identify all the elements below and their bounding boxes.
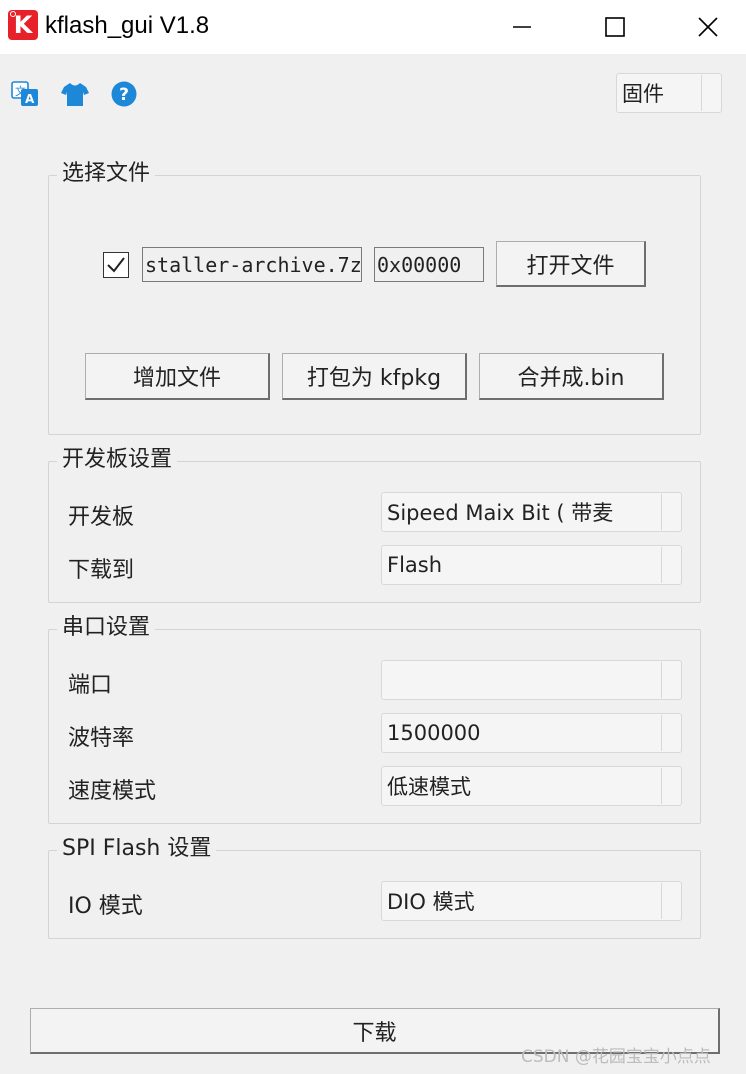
shirt-icon: [61, 83, 89, 106]
pack-kfpkg-button[interactable]: 打包为 kfpkg: [282, 353, 467, 400]
help-icon: ?: [111, 81, 137, 107]
watermark: CSDN @花园宝宝小点点: [521, 1047, 711, 1067]
io-mode-label: IO 模式: [68, 894, 143, 919]
file-group-title: 选择文件: [57, 161, 156, 187]
add-file-button[interactable]: 增加文件: [85, 353, 270, 400]
serial-group-title: 串口设置: [57, 615, 156, 641]
help-button[interactable]: ?: [110, 80, 138, 108]
language-button[interactable]: 文 A: [11, 80, 39, 108]
checkmark-icon: [107, 257, 125, 273]
board-group-title: 开发板设置: [57, 447, 178, 473]
merge-bin-button[interactable]: 合并成.bin: [479, 353, 664, 400]
maximize-icon: [605, 17, 625, 37]
board-label: 开发板: [68, 505, 135, 530]
file-path-field[interactable]: staller-archive.7z: [142, 247, 362, 282]
baud-select[interactable]: 1500000: [381, 713, 682, 753]
close-icon: [698, 17, 718, 37]
io-mode-select[interactable]: DIO 模式: [381, 881, 682, 921]
combo-divider: [701, 75, 702, 111]
minimize-icon: [513, 26, 531, 28]
combo-divider: [661, 547, 662, 583]
combo-divider: [661, 883, 662, 919]
address-field[interactable]: 0x00000: [374, 247, 484, 282]
mode-select[interactable]: 固件: [616, 73, 722, 113]
file-enable-checkbox[interactable]: [103, 252, 129, 278]
port-label: 端口: [68, 673, 113, 698]
baud-label: 波特率: [68, 726, 135, 751]
combo-divider: [661, 715, 662, 751]
board-select-value: Sipeed Maix Bit ( 带麦: [387, 501, 614, 525]
target-select[interactable]: Flash: [381, 545, 682, 585]
speed-select[interactable]: 低速模式: [381, 766, 682, 806]
speed-select-value: 低速模式: [387, 775, 471, 799]
svg-text:?: ?: [119, 85, 129, 105]
baud-select-value: 1500000: [387, 721, 481, 745]
board-select[interactable]: Sipeed Maix Bit ( 带麦: [381, 492, 682, 532]
skin-button[interactable]: [61, 80, 89, 108]
io-mode-select-value: DIO 模式: [387, 890, 475, 914]
svg-text:A: A: [25, 92, 35, 106]
spi-group-title: SPI Flash 设置: [57, 836, 217, 862]
close-button[interactable]: [685, 0, 731, 54]
minimize-button[interactable]: [499, 0, 545, 54]
port-select[interactable]: [381, 660, 682, 700]
maximize-button[interactable]: [592, 0, 638, 54]
target-select-value: Flash: [387, 553, 443, 577]
combo-divider: [661, 768, 662, 804]
translate-icon: 文 A: [11, 81, 38, 106]
open-file-button[interactable]: 打开文件: [496, 241, 646, 287]
app-logo-icon: K: [8, 10, 38, 40]
combo-divider: [661, 662, 662, 698]
window-title: kflash_gui V1.8: [45, 12, 210, 39]
title-bar: K kflash_gui V1.8: [0, 0, 746, 54]
target-label: 下载到: [68, 558, 135, 583]
mode-select-value: 固件: [622, 82, 664, 106]
combo-divider: [661, 494, 662, 530]
speed-label: 速度模式: [68, 779, 157, 804]
